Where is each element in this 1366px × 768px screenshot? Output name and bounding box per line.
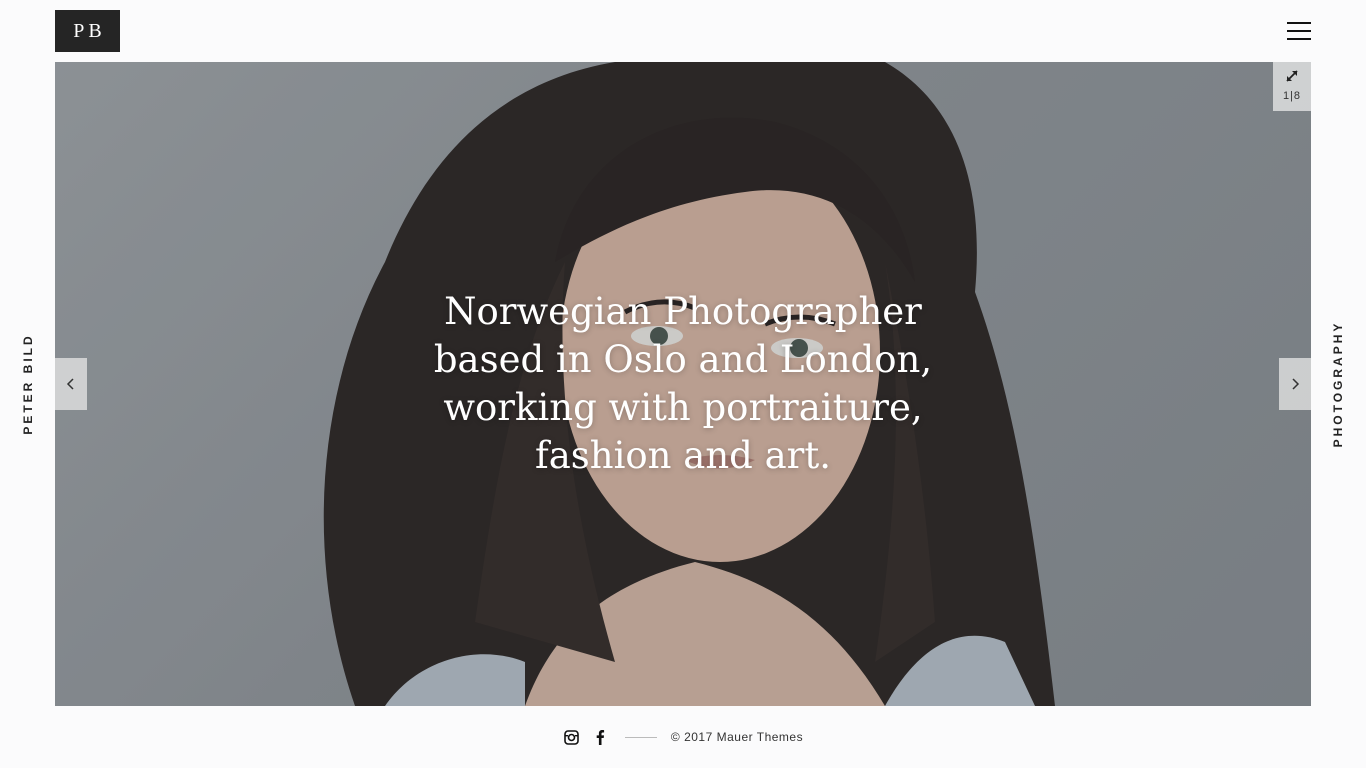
- expand-icon[interactable]: [1284, 68, 1300, 84]
- hero-caption: Norwegian Photographer based in Oslo and…: [433, 290, 933, 477]
- menu-line: [1287, 38, 1311, 40]
- site-footer: © 2017 Mauer Themes: [0, 706, 1366, 768]
- facebook-link[interactable]: [591, 728, 609, 746]
- social-links: [563, 728, 609, 746]
- chevron-right-icon: [1292, 378, 1300, 390]
- site-name-vertical: PETER BILD: [21, 333, 35, 435]
- instagram-icon: [564, 729, 580, 745]
- instagram-link[interactable]: [563, 728, 581, 746]
- footer-divider: [624, 736, 657, 738]
- slider-controls-box: 1|8: [1273, 62, 1311, 111]
- next-slide-button[interactable]: [1279, 358, 1311, 410]
- slide-counter: 1|8: [1282, 90, 1302, 102]
- copyright-text: © 2017 Mauer Themes: [670, 730, 804, 744]
- facebook-icon: [596, 730, 605, 745]
- menu-line: [1287, 22, 1311, 24]
- site-tagline-vertical: PHOTOGRAPHY: [1331, 320, 1345, 448]
- site-logo[interactable]: PB: [55, 10, 120, 52]
- chevron-left-icon: [66, 378, 74, 390]
- hamburger-menu-button[interactable]: [1287, 22, 1311, 40]
- hero-slider: Norwegian Photographer based in Oslo and…: [55, 62, 1311, 706]
- previous-slide-button[interactable]: [55, 358, 87, 410]
- menu-line: [1287, 30, 1311, 32]
